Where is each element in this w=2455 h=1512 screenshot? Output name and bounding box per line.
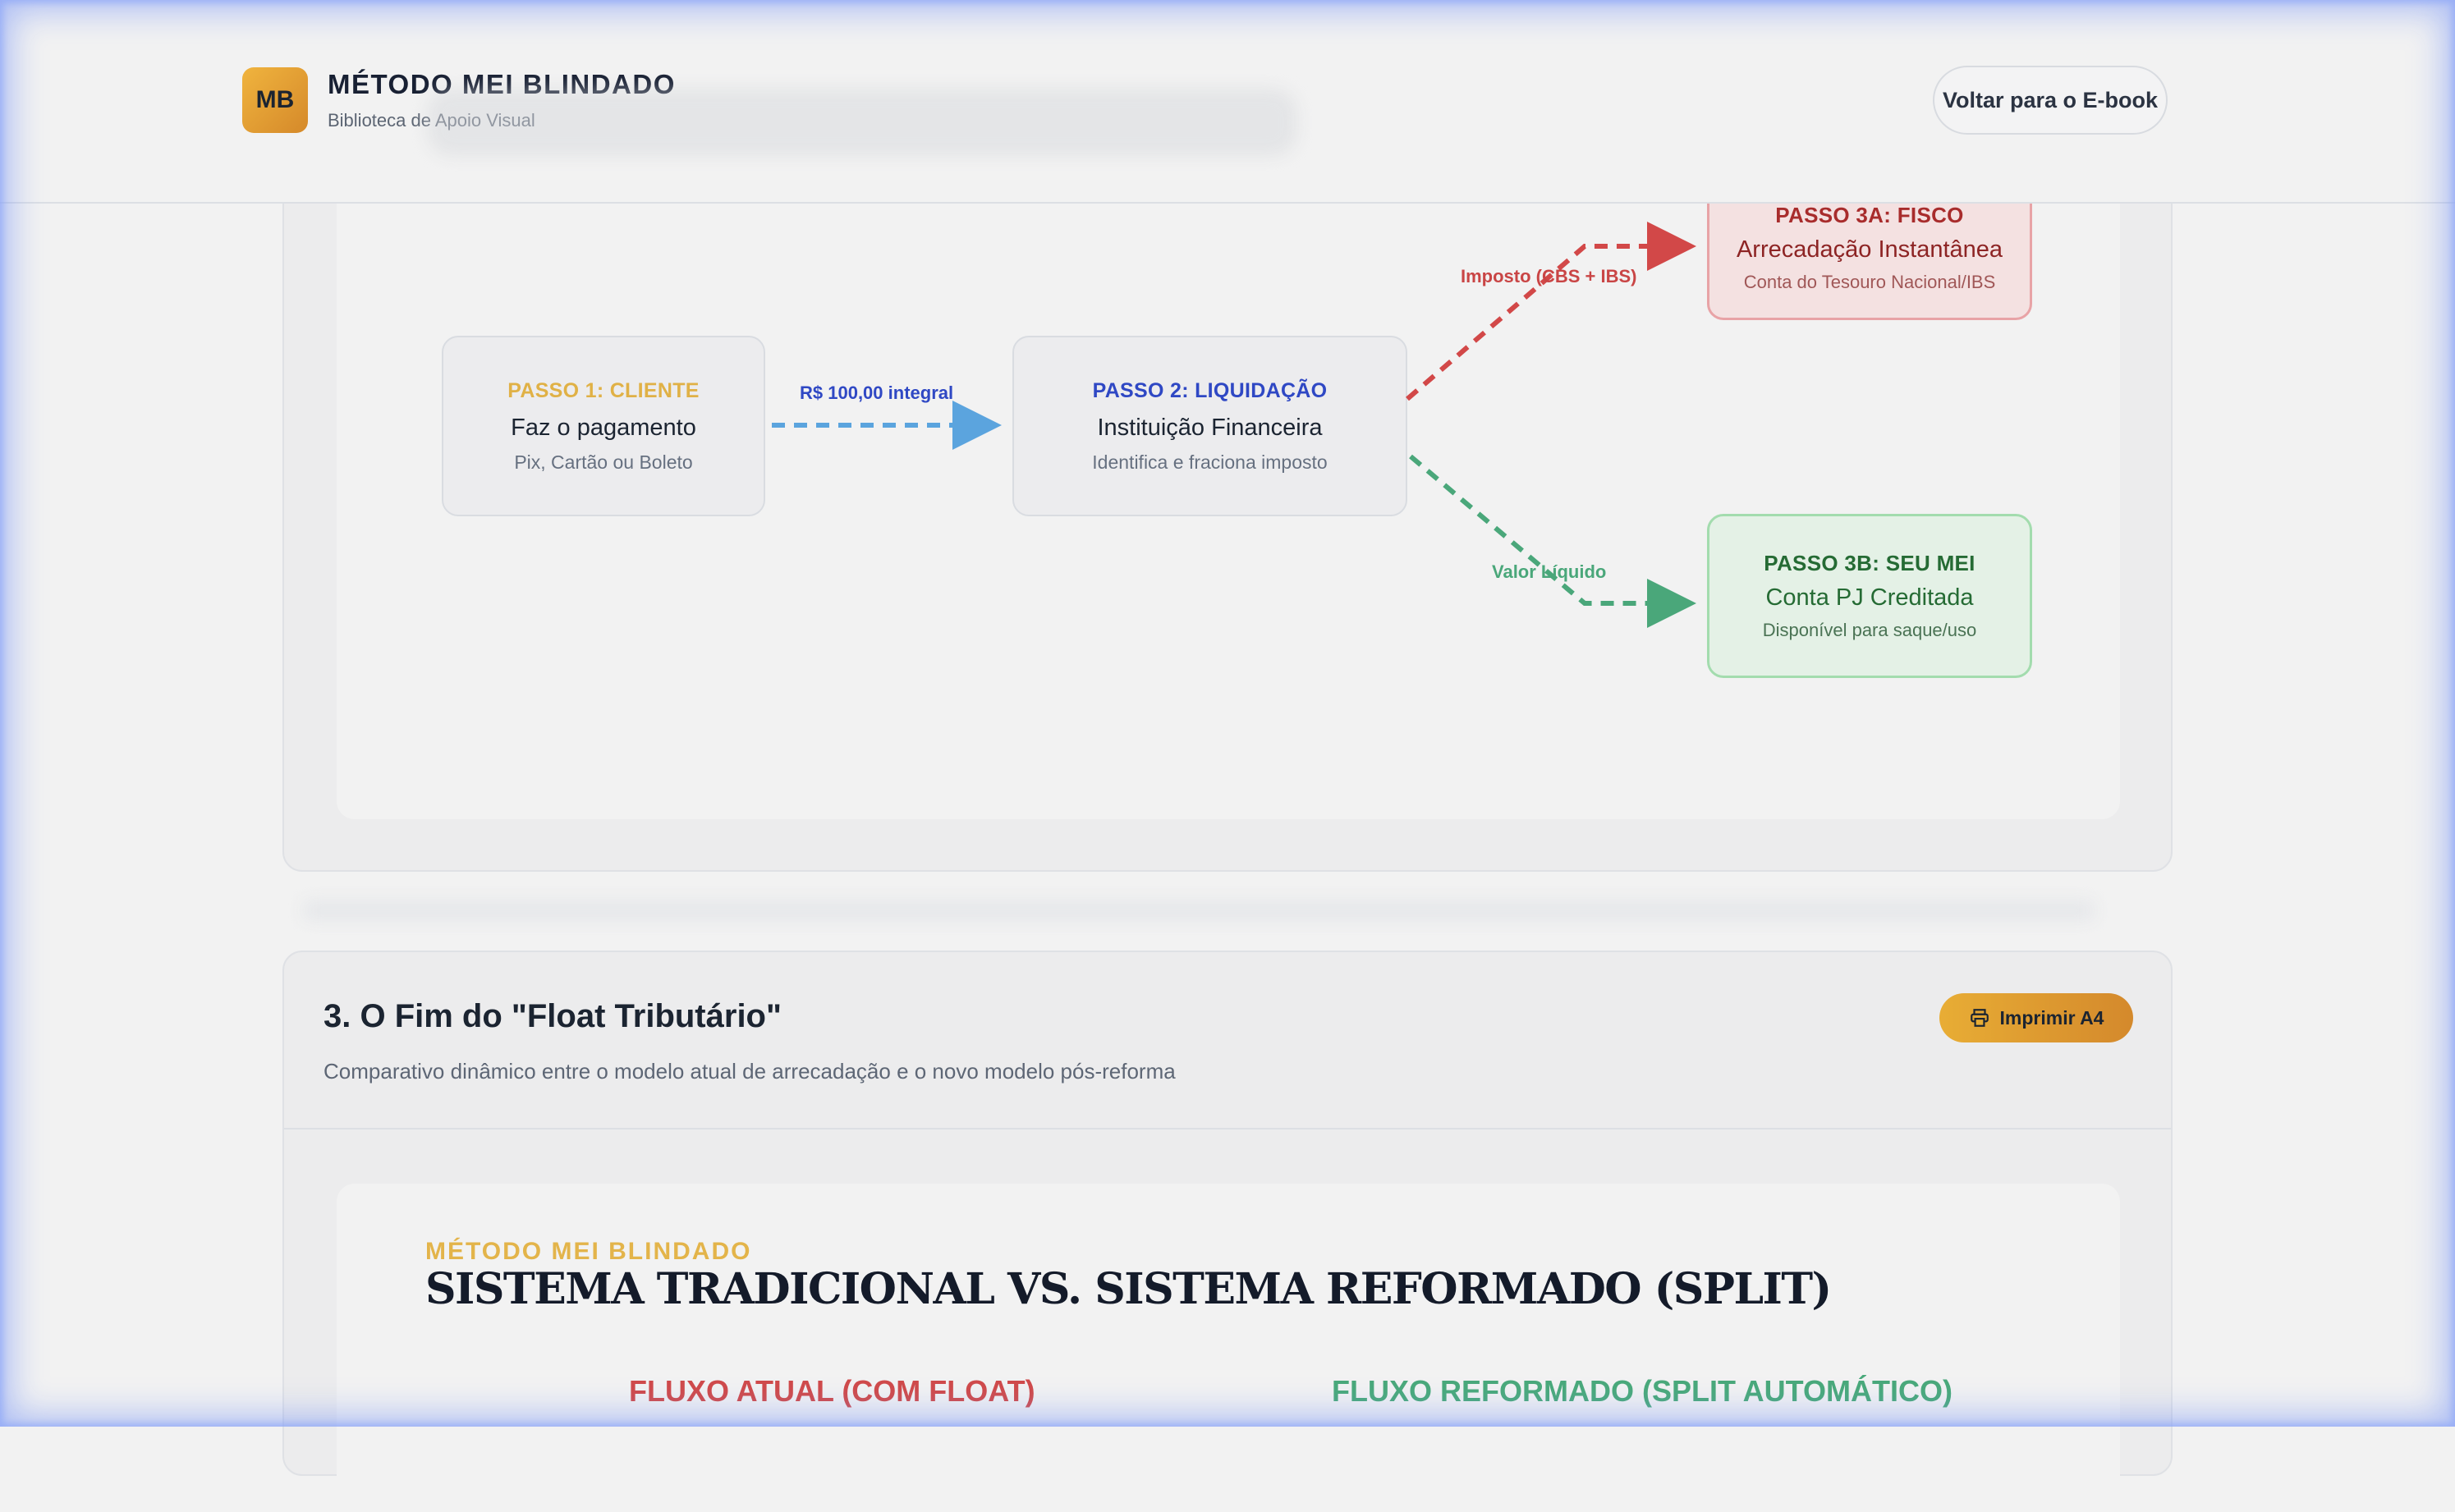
printer-icon — [1970, 1009, 1989, 1027]
step1-subtitle: Pix, Cartão ou Boleto — [514, 451, 693, 473]
reformed-flow-title: FLUXO REFORMADO (SPLIT AUTOMÁTICO) — [1332, 1374, 1953, 1408]
brand-logo[interactable]: MB — [242, 67, 308, 133]
step2-liquidation-box: PASSO 2: LIQUIDAÇÃO Instituição Financei… — [1012, 336, 1407, 516]
comparison-panel: MÉTODO MEI BLINDADO SISTEMA TRADICIONAL … — [337, 1184, 2120, 1512]
back-to-ebook-button[interactable]: Voltar para o E-book — [1933, 66, 2168, 135]
section-description: Comparativo dinâmico entre o modelo atua… — [324, 1059, 1176, 1084]
current-flow-title: FLUXO ATUAL (COM FLOAT) — [629, 1374, 1035, 1408]
step3b-title: Conta PJ Creditada — [1765, 584, 1974, 611]
step3a-subtitle: Conta do Tesouro Nacional/IBS — [1743, 272, 1996, 292]
print-a4-label: Imprimir A4 — [1999, 1006, 2104, 1029]
step3b-label: PASSO 3B: SEU MEI — [1764, 551, 1975, 575]
step2-title: Instituição Financeira — [1097, 414, 1323, 441]
section-divider — [284, 1128, 2171, 1129]
comparison-kicker: MÉTODO MEI BLINDADO — [425, 1238, 752, 1265]
tax-split-label: Imposto (CBS + IBS) — [1461, 266, 1637, 286]
integral-amount-label: R$ 100,00 integral — [800, 383, 954, 403]
blurred-background-text — [427, 89, 1297, 156]
comparison-heading: SISTEMA TRADICIONAL VS. SISTEMA REFORMAD… — [425, 1264, 1832, 1314]
net-value-label: Valor Líquido — [1492, 561, 1607, 582]
step3b-mei-account-box: PASSO 3B: SEU MEI Conta PJ Creditada Dis… — [1707, 514, 2032, 678]
step1-title: Faz o pagamento — [511, 414, 696, 441]
step3b-subtitle: Disponível para saque/uso — [1762, 620, 1977, 640]
step3a-title: Arrecadação Instantânea — [1736, 236, 2003, 263]
section-separator — [304, 901, 2094, 919]
step3a-label: PASSO 3A: FISCO — [1775, 203, 1964, 227]
float-section-card: 3. O Fim do "Float Tributário" Comparati… — [282, 951, 2173, 1512]
step1-client-box: PASSO 1: CLIENTE Faz o pagamento Pix, Ca… — [442, 336, 765, 516]
step1-label: PASSO 1: CLIENTE — [507, 378, 700, 402]
step2-label: PASSO 2: LIQUIDAÇÃO — [1092, 378, 1328, 402]
step2-subtitle: Identifica e fraciona imposto — [1092, 451, 1328, 473]
section-title: 3. O Fim do "Float Tributário" — [324, 998, 782, 1034]
print-a4-button[interactable]: Imprimir A4 — [1939, 993, 2133, 1042]
